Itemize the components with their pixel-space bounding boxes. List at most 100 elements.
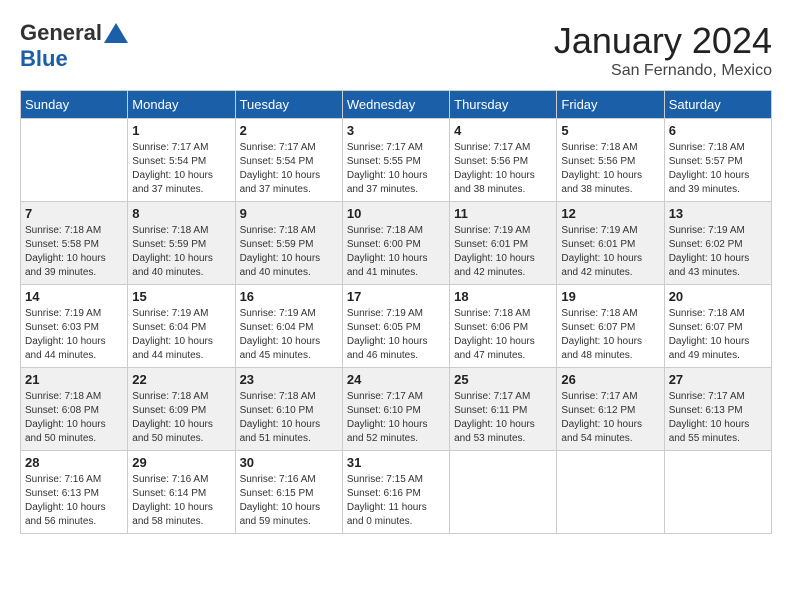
day-info: Sunrise: 7:16 AM Sunset: 6:14 PM Dayligh…: [132, 473, 230, 529]
day-info: Sunrise: 7:17 AM Sunset: 5:55 PM Dayligh…: [347, 141, 445, 197]
day-info: Sunrise: 7:17 AM Sunset: 5:54 PM Dayligh…: [240, 141, 338, 197]
day-info: Sunrise: 7:18 AM Sunset: 5:57 PM Dayligh…: [669, 141, 767, 197]
calendar-cell: 26 Sunrise: 7:17 AM Sunset: 6:12 PM Dayli…: [557, 368, 664, 451]
weekday-header-friday: Friday: [557, 91, 664, 119]
logo: General Blue: [20, 20, 128, 72]
calendar-cell: 28Sunrise: 7:16 AM Sunset: 6:13 PM Dayli…: [21, 451, 128, 534]
day-info: Sunrise: 7:17 AM Sunset: 5:54 PM Dayligh…: [132, 141, 230, 197]
calendar-cell: 6 Sunrise: 7:18 AM Sunset: 5:57 PM Daylig…: [664, 119, 771, 202]
day-number: 28: [25, 455, 123, 470]
calendar-cell: 27 Sunrise: 7:17 AM Sunset: 6:13 PM Dayli…: [664, 368, 771, 451]
day-info: Sunrise: 7:18 AM Sunset: 6:06 PM Dayligh…: [454, 307, 552, 363]
calendar-cell: [21, 119, 128, 202]
day-number: 19: [561, 289, 659, 304]
day-info: Sunrise: 7:17 AM Sunset: 6:11 PM Dayligh…: [454, 390, 552, 446]
day-info: Sunrise: 7:18 AM Sunset: 6:10 PM Dayligh…: [240, 390, 338, 446]
day-number: 11: [454, 206, 552, 221]
calendar-cell: 9Sunrise: 7:18 AM Sunset: 5:59 PM Daylig…: [235, 202, 342, 285]
calendar-cell: [557, 451, 664, 534]
calendar-cell: 20Sunrise: 7:18 AM Sunset: 6:07 PM Dayli…: [664, 285, 771, 368]
calendar-week-row: 28Sunrise: 7:16 AM Sunset: 6:13 PM Dayli…: [21, 451, 772, 534]
day-number: 15: [132, 289, 230, 304]
day-info: Sunrise: 7:17 AM Sunset: 6:12 PM Dayligh…: [561, 390, 659, 446]
day-number: 5: [561, 123, 659, 138]
day-info: Sunrise: 7:18 AM Sunset: 5:59 PM Dayligh…: [240, 224, 338, 280]
calendar-cell: 12 Sunrise: 7:19 AM Sunset: 6:01 PM Dayli…: [557, 202, 664, 285]
calendar-cell: 30Sunrise: 7:16 AM Sunset: 6:15 PM Dayli…: [235, 451, 342, 534]
calendar-cell: 17 Sunrise: 7:19 AM Sunset: 6:05 PM Dayli…: [342, 285, 449, 368]
day-info: Sunrise: 7:19 AM Sunset: 6:05 PM Dayligh…: [347, 307, 445, 363]
day-number: 21: [25, 372, 123, 387]
day-info: Sunrise: 7:17 AM Sunset: 6:10 PM Dayligh…: [347, 390, 445, 446]
weekday-header-saturday: Saturday: [664, 91, 771, 119]
calendar-cell: 11Sunrise: 7:19 AM Sunset: 6:01 PM Dayli…: [450, 202, 557, 285]
calendar-cell: 8 Sunrise: 7:18 AM Sunset: 5:59 PM Daylig…: [128, 202, 235, 285]
calendar-cell: 24 Sunrise: 7:17 AM Sunset: 6:10 PM Dayli…: [342, 368, 449, 451]
day-number: 20: [669, 289, 767, 304]
day-info: Sunrise: 7:18 AM Sunset: 6:09 PM Dayligh…: [132, 390, 230, 446]
calendar-cell: 1 Sunrise: 7:17 AM Sunset: 5:54 PM Daylig…: [128, 119, 235, 202]
day-info: Sunrise: 7:18 AM Sunset: 5:58 PM Dayligh…: [25, 224, 123, 280]
calendar-cell: 7 Sunrise: 7:18 AM Sunset: 5:58 PM Daylig…: [21, 202, 128, 285]
day-number: 23: [240, 372, 338, 387]
calendar-week-row: 1 Sunrise: 7:17 AM Sunset: 5:54 PM Daylig…: [21, 119, 772, 202]
day-number: 14: [25, 289, 123, 304]
day-info: Sunrise: 7:16 AM Sunset: 6:15 PM Dayligh…: [240, 473, 338, 529]
day-number: 4: [454, 123, 552, 138]
weekday-header-tuesday: Tuesday: [235, 91, 342, 119]
day-info: Sunrise: 7:17 AM Sunset: 6:13 PM Dayligh…: [669, 390, 767, 446]
day-number: 1: [132, 123, 230, 138]
weekday-header-wednesday: Wednesday: [342, 91, 449, 119]
calendar-week-row: 21Sunrise: 7:18 AM Sunset: 6:08 PM Dayli…: [21, 368, 772, 451]
day-number: 12: [561, 206, 659, 221]
day-info: Sunrise: 7:19 AM Sunset: 6:01 PM Dayligh…: [561, 224, 659, 280]
calendar-cell: 21Sunrise: 7:18 AM Sunset: 6:08 PM Dayli…: [21, 368, 128, 451]
logo-blue: Blue: [20, 46, 68, 72]
calendar-cell: 29 Sunrise: 7:16 AM Sunset: 6:14 PM Dayli…: [128, 451, 235, 534]
calendar-table: SundayMondayTuesdayWednesdayThursdayFrid…: [20, 90, 772, 534]
calendar-week-row: 7 Sunrise: 7:18 AM Sunset: 5:58 PM Daylig…: [21, 202, 772, 285]
weekday-header-sunday: Sunday: [21, 91, 128, 119]
location: San Fernando, Mexico: [554, 62, 772, 80]
day-number: 8: [132, 206, 230, 221]
day-number: 16: [240, 289, 338, 304]
calendar-week-row: 14 Sunrise: 7:19 AM Sunset: 6:03 PM Dayli…: [21, 285, 772, 368]
day-info: Sunrise: 7:18 AM Sunset: 6:00 PM Dayligh…: [347, 224, 445, 280]
calendar-cell: 31Sunrise: 7:15 AM Sunset: 6:16 PM Dayli…: [342, 451, 449, 534]
day-number: 22: [132, 372, 230, 387]
day-number: 27: [669, 372, 767, 387]
day-number: 18: [454, 289, 552, 304]
day-info: Sunrise: 7:19 AM Sunset: 6:02 PM Dayligh…: [669, 224, 767, 280]
day-info: Sunrise: 7:18 AM Sunset: 5:59 PM Dayligh…: [132, 224, 230, 280]
day-info: Sunrise: 7:18 AM Sunset: 5:56 PM Dayligh…: [561, 141, 659, 197]
calendar-cell: 3 Sunrise: 7:17 AM Sunset: 5:55 PM Daylig…: [342, 119, 449, 202]
day-number: 3: [347, 123, 445, 138]
day-number: 13: [669, 206, 767, 221]
day-number: 24: [347, 372, 445, 387]
day-info: Sunrise: 7:18 AM Sunset: 6:07 PM Dayligh…: [561, 307, 659, 363]
weekday-header-row: SundayMondayTuesdayWednesdayThursdayFrid…: [21, 91, 772, 119]
day-info: Sunrise: 7:15 AM Sunset: 6:16 PM Dayligh…: [347, 473, 445, 529]
page-header: General Blue January 2024 San Fernando, …: [20, 20, 772, 80]
day-number: 17: [347, 289, 445, 304]
day-info: Sunrise: 7:19 AM Sunset: 6:04 PM Dayligh…: [240, 307, 338, 363]
calendar-cell: 22 Sunrise: 7:18 AM Sunset: 6:09 PM Dayli…: [128, 368, 235, 451]
calendar-cell: 23 Sunrise: 7:18 AM Sunset: 6:10 PM Dayli…: [235, 368, 342, 451]
day-number: 6: [669, 123, 767, 138]
calendar-cell: 13 Sunrise: 7:19 AM Sunset: 6:02 PM Dayli…: [664, 202, 771, 285]
calendar-cell: [450, 451, 557, 534]
day-info: Sunrise: 7:19 AM Sunset: 6:03 PM Dayligh…: [25, 307, 123, 363]
day-number: 7: [25, 206, 123, 221]
day-number: 29: [132, 455, 230, 470]
day-number: 26: [561, 372, 659, 387]
title-block: January 2024 San Fernando, Mexico: [554, 20, 772, 80]
calendar-cell: 18 Sunrise: 7:18 AM Sunset: 6:06 PM Dayli…: [450, 285, 557, 368]
calendar-cell: 19 Sunrise: 7:18 AM Sunset: 6:07 PM Dayli…: [557, 285, 664, 368]
day-info: Sunrise: 7:17 AM Sunset: 5:56 PM Dayligh…: [454, 141, 552, 197]
logo-general: General: [20, 20, 102, 46]
day-info: Sunrise: 7:19 AM Sunset: 6:04 PM Dayligh…: [132, 307, 230, 363]
calendar-cell: 14 Sunrise: 7:19 AM Sunset: 6:03 PM Dayli…: [21, 285, 128, 368]
calendar-cell: [664, 451, 771, 534]
calendar-cell: 16 Sunrise: 7:19 AM Sunset: 6:04 PM Dayli…: [235, 285, 342, 368]
calendar-cell: 10Sunrise: 7:18 AM Sunset: 6:00 PM Dayli…: [342, 202, 449, 285]
